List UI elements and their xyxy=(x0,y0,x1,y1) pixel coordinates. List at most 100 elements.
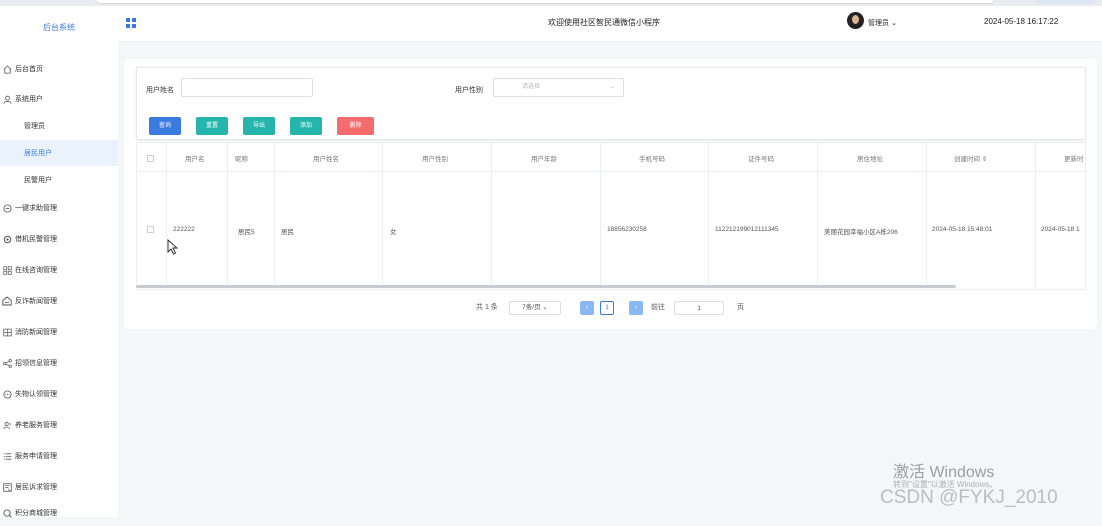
select-all-checkbox[interactable] xyxy=(147,155,154,162)
col-divider xyxy=(166,143,167,288)
header-divider xyxy=(137,171,1085,172)
address-bar[interactable] xyxy=(95,0,995,4)
col-divider xyxy=(382,143,383,288)
add-button[interactable]: 添加 xyxy=(290,117,322,135)
cell-name: 居民 xyxy=(281,229,294,236)
cell-address: 美丽花园幸福小区A栋206 xyxy=(824,229,898,236)
people-icon xyxy=(2,420,12,430)
goto-page-input[interactable] xyxy=(674,301,724,315)
pagination-total: 共 1 条 xyxy=(476,304,498,311)
col-divider xyxy=(817,143,818,288)
page-suffix: 页 xyxy=(737,304,744,311)
chevron-down-icon: ⌄ xyxy=(889,20,897,27)
row-checkbox[interactable] xyxy=(147,226,154,233)
horizontal-scrollbar[interactable] xyxy=(136,285,956,288)
column-header: 居住地址 xyxy=(857,156,883,163)
chat-icon xyxy=(2,389,12,399)
admin-label: 管理员 xyxy=(868,20,889,27)
grid-icon xyxy=(2,265,12,275)
col-divider xyxy=(600,143,601,288)
page-number-current[interactable]: 1 xyxy=(600,301,614,315)
sidebar-item-home[interactable]: 后台首页 xyxy=(0,56,118,82)
sidebar-item-label: 失物认领管理 xyxy=(15,391,57,398)
sidebar-item-claims[interactable]: 失物认领管理 xyxy=(0,381,118,407)
sidebar-item-label: 一键求助管理 xyxy=(15,205,57,212)
list-icon xyxy=(2,451,12,461)
sidebar-item-police[interactable]: 借机民警管理 xyxy=(0,226,118,252)
sidebar: 后台系统 后台首页 系统用户 管理员 居民用户 民警用户 一键求助管理 借机民警… xyxy=(0,6,118,518)
column-header-sortable[interactable]: 创建时间 ⇕ xyxy=(954,153,987,163)
sidebar-item-label: 反诈新闻管理 xyxy=(15,298,57,305)
sidebar-item-label: 管理员 xyxy=(24,123,45,130)
col-divider xyxy=(1035,143,1036,288)
column-header: 昵称 xyxy=(235,156,248,163)
delete-button[interactable]: 删除 xyxy=(337,117,374,135)
csdn-watermark: CSDN @FYKJ_2010 xyxy=(880,487,1058,508)
cell-id-number: 112212199012111345 xyxy=(715,226,779,233)
sidebar-item-label: 招领信息管理 xyxy=(15,360,57,367)
column-header: 用户性别 xyxy=(422,156,448,163)
sidebar-item-police-users[interactable]: 民警用户 xyxy=(0,167,118,193)
column-header: 用户名 xyxy=(185,156,205,163)
mouse-cursor-icon xyxy=(167,238,179,260)
search-form: 用户姓名 用户性别 请选择 ⌄ 查询 重置 导出 添加 删除 xyxy=(136,67,1086,140)
sidebar-item-lost-found[interactable]: 招领信息管理 xyxy=(0,350,118,376)
column-header: 用户年龄 xyxy=(531,156,557,163)
welcome-title: 欢迎使用社区智民通微信小程序 xyxy=(548,18,660,27)
col-divider xyxy=(926,143,927,288)
col-divider xyxy=(227,143,228,288)
column-header: 更新时 xyxy=(1064,156,1084,163)
column-header: 用户姓名 xyxy=(313,156,339,163)
reset-button[interactable]: 重置 xyxy=(196,117,228,135)
cell-updated: 2024-05-18 1 xyxy=(1041,226,1080,233)
sidebar-item-label: 系统用户 xyxy=(15,96,43,103)
menu-grid-icon[interactable] xyxy=(126,15,136,28)
name-label: 用户姓名 xyxy=(146,87,174,94)
sidebar-item-label: 借机民警管理 xyxy=(15,236,57,243)
house-icon xyxy=(2,296,12,306)
sidebar-item-points-mall[interactable]: 积分商城管理 xyxy=(0,500,118,526)
cell-phone: 18856230258 xyxy=(607,226,647,233)
sidebar-item-label: 服务申请管理 xyxy=(15,453,57,460)
next-page-button[interactable]: › xyxy=(629,301,643,315)
chevron-left-icon: ‹ xyxy=(585,304,589,311)
help-icon xyxy=(2,203,12,213)
gender-placeholder: 请选择 xyxy=(522,84,541,90)
doc-icon xyxy=(2,482,12,492)
sidebar-item-label: 后台首页 xyxy=(15,66,43,73)
name-input[interactable] xyxy=(181,78,313,97)
page-size-select[interactable]: 7条/页 ⌄ xyxy=(509,301,561,315)
sidebar-item-help[interactable]: 一键求助管理 xyxy=(0,195,118,221)
sidebar-item-label: 养老服务管理 xyxy=(15,422,57,429)
chevron-down-icon: ⌄ xyxy=(609,84,615,90)
sidebar-item-consult[interactable]: 在线咨询管理 xyxy=(0,257,118,283)
sidebar-item-fraud-news[interactable]: 反诈新闻管理 xyxy=(0,288,118,314)
column-header: 手机号码 xyxy=(639,156,665,163)
sidebar-item-appeals[interactable]: 居民诉求管理 xyxy=(0,474,118,500)
admin-dropdown[interactable]: 管理员 ⌄ xyxy=(868,18,897,28)
cell-created: 2024-05-18 15:48:01 xyxy=(932,226,993,233)
cell-username: 222222 xyxy=(173,226,195,233)
query-button[interactable]: 查询 xyxy=(149,117,181,135)
col-divider xyxy=(708,143,709,288)
export-button[interactable]: 导出 xyxy=(243,117,275,135)
page-size-label: 7条/页 xyxy=(522,304,541,311)
sidebar-item-system-users[interactable]: 系统用户 xyxy=(0,86,118,112)
avatar[interactable] xyxy=(847,12,864,29)
gender-select[interactable]: 请选择 ⌄ xyxy=(493,78,624,97)
chevron-right-icon: › xyxy=(634,304,638,311)
chevron-down-icon: ⌄ xyxy=(540,304,548,311)
sidebar-item-fire-news[interactable]: 消防新闻管理 xyxy=(0,319,118,345)
browser-action[interactable] xyxy=(1036,0,1096,4)
datetime: 2024-05-18 16:17:22 xyxy=(984,17,1059,26)
sidebar-item-admins[interactable]: 管理员 xyxy=(0,113,118,139)
sidebar-item-label: 居民诉求管理 xyxy=(15,484,57,491)
gender-label: 用户性别 xyxy=(455,87,483,94)
column-header: 证件号码 xyxy=(748,156,774,163)
sidebar-item-service-apply[interactable]: 服务申请管理 xyxy=(0,443,118,469)
prev-page-button[interactable]: ‹ xyxy=(580,301,594,315)
cell-nickname: 居民5 xyxy=(238,229,255,236)
sidebar-item-residents[interactable]: 居民用户 xyxy=(0,140,118,166)
sidebar-item-elderly[interactable]: 养老服务管理 xyxy=(0,412,118,438)
sidebar-item-label: 消防新闻管理 xyxy=(15,329,57,336)
